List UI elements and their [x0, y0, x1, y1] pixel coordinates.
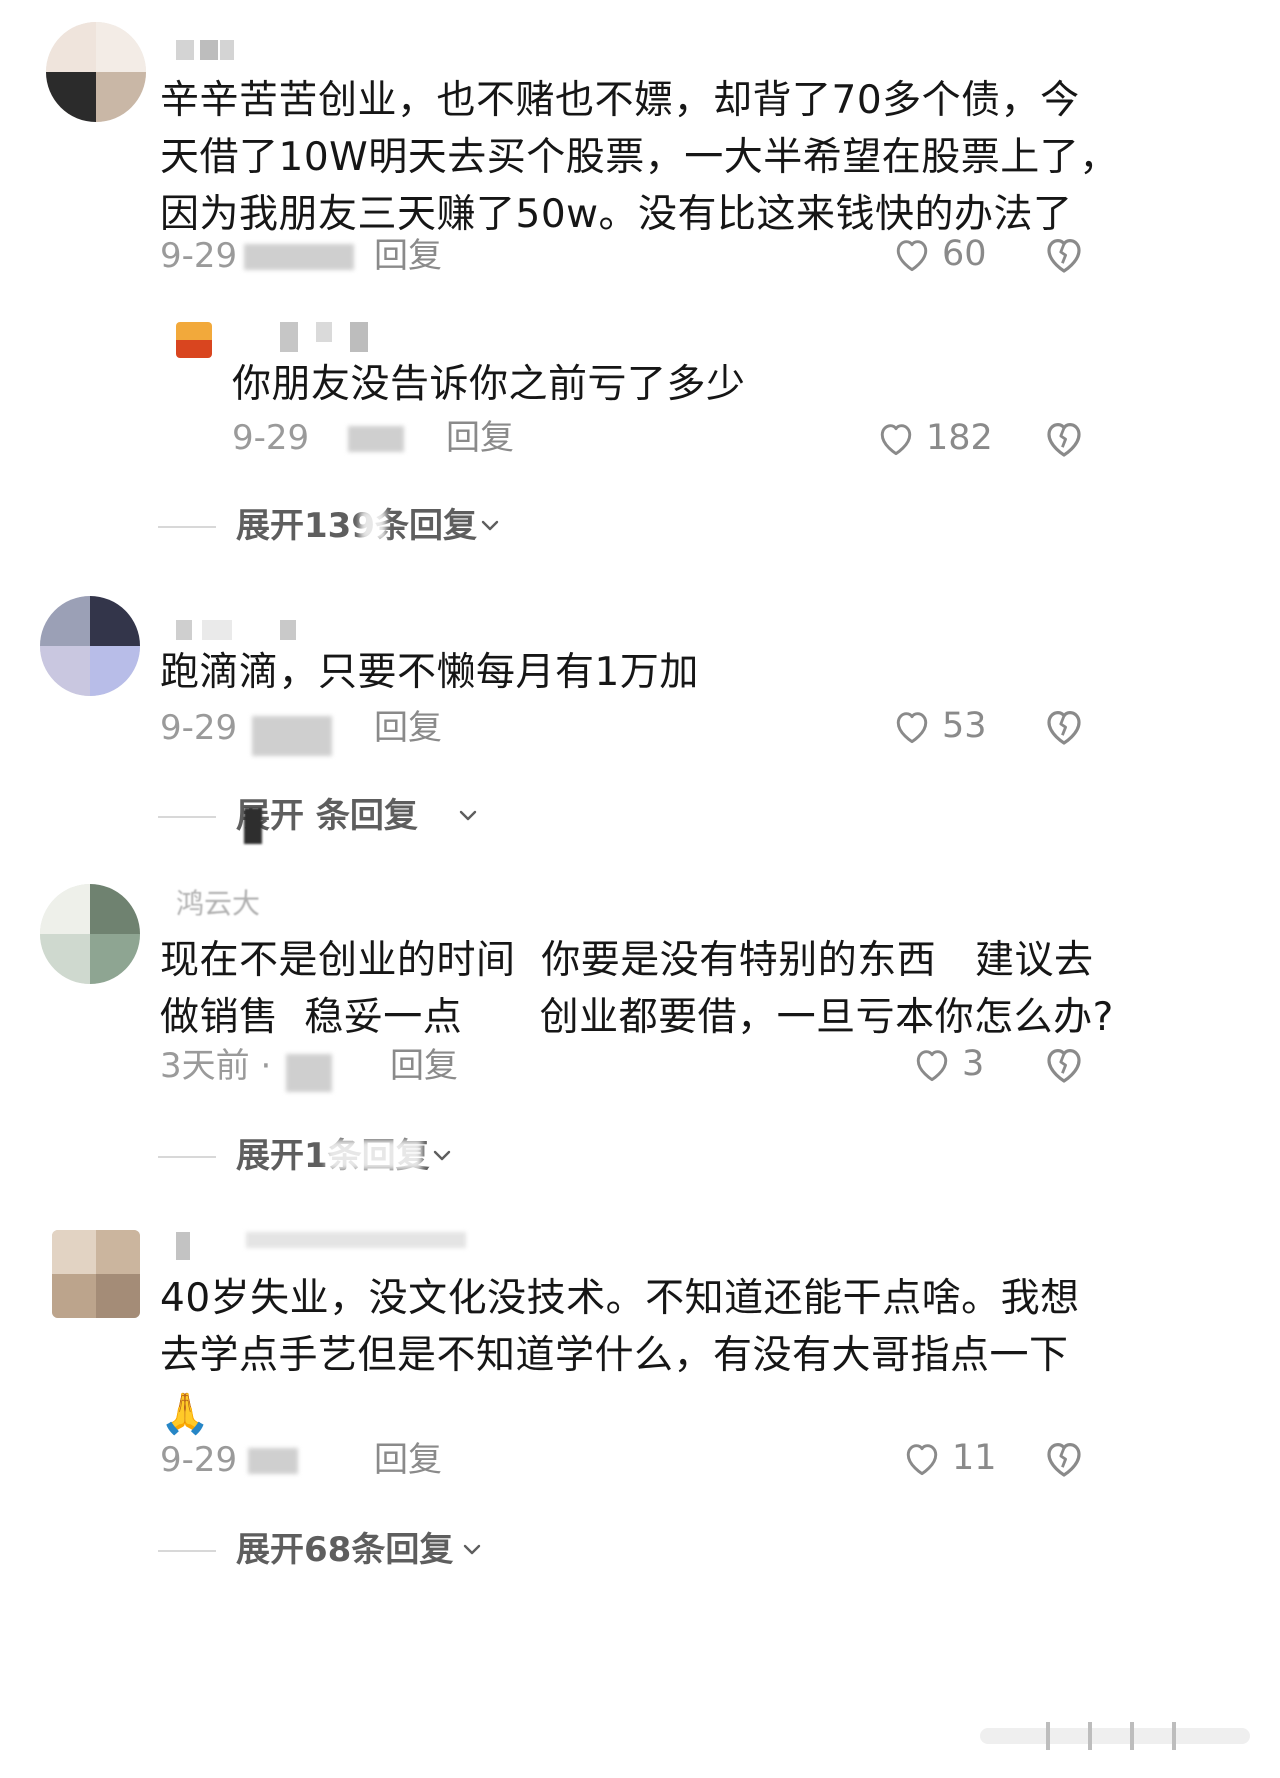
blur-mask: [244, 808, 262, 844]
username-blurred[interactable]: [176, 40, 236, 62]
reply-button[interactable]: 回复: [374, 708, 442, 748]
reply-text: 你朋友没告诉你之前亏了多少: [232, 362, 746, 407]
avatar[interactable]: [40, 596, 140, 696]
heart-outline-icon: [906, 1444, 938, 1476]
comment-date: 9-29: [232, 418, 310, 458]
broken-heart-icon: [1047, 1443, 1081, 1477]
watermark-bar: [980, 1714, 1250, 1758]
avatar[interactable]: [46, 22, 146, 122]
like-count: 3: [962, 1044, 985, 1084]
reply-button[interactable]: 回复: [374, 1440, 442, 1480]
divider: [158, 526, 216, 528]
chevron-down-icon: [463, 1544, 481, 1555]
divider: [158, 816, 216, 818]
username[interactable]: 鸿云大: [176, 886, 260, 922]
location-blurred: [252, 716, 332, 756]
divider: [158, 1156, 216, 1158]
reply-button[interactable]: 回复: [374, 236, 442, 276]
comment-date: 9-29: [160, 1440, 238, 1480]
location-blurred: [286, 1054, 332, 1092]
location-blurred: [348, 426, 404, 452]
blur-mask: [326, 1140, 422, 1170]
dislike-button[interactable]: [1040, 1434, 1088, 1482]
avatar[interactable]: [40, 884, 140, 984]
expand-replies-button[interactable]: 展开139条回复: [158, 504, 538, 548]
heart-outline-icon: [896, 240, 928, 272]
like-count: 60: [942, 234, 987, 274]
chevron-down-icon: [481, 520, 499, 531]
reply-button[interactable]: 回复: [446, 418, 514, 458]
comment-date: 9-29: [160, 236, 238, 276]
blur-mask: [360, 510, 386, 540]
like-button[interactable]: 11: [900, 1436, 1010, 1480]
like-count: 53: [942, 706, 987, 746]
comment-text: 现在不是创业的时间 你要是没有特别的东西 建议去 做销售 稳妥一点 创业都要借，…: [160, 938, 1114, 1040]
like-count: 182: [926, 418, 993, 458]
like-button[interactable]: 60: [890, 232, 1010, 276]
heart-outline-icon: [896, 712, 928, 744]
comment-text: 辛辛苦苦创业，也不赌也不嫖，却背了70多个债，今 天借了10W明天去买个股票，一…: [160, 78, 1119, 237]
comment-date: 3天前 ·: [160, 1046, 272, 1086]
comment-date: 9-29: [160, 708, 238, 748]
watermark-icon: [980, 1722, 1250, 1750]
heart-outline-icon: [916, 1050, 948, 1082]
emoji: 🙏: [160, 1391, 211, 1437]
expand-replies-button[interactable]: 展开68条回复: [158, 1528, 518, 1572]
location-blurred: [244, 244, 354, 270]
avatar[interactable]: [52, 1230, 140, 1318]
expand-label: 展开139条回复: [236, 506, 477, 546]
broken-heart-icon: [1047, 711, 1081, 745]
like-button[interactable]: 182: [874, 416, 1014, 460]
chevron-down-icon: [459, 810, 477, 821]
broken-heart-icon: [1047, 423, 1081, 457]
expand-label: 展开68条回复: [236, 1530, 454, 1570]
dislike-button[interactable]: [1040, 414, 1088, 462]
expand-replies-button[interactable]: 展开1条回复: [158, 1134, 498, 1178]
dislike-button[interactable]: [1040, 230, 1088, 278]
comment-text: 40岁失业，没文化没技术。不知道还能干点啥。我想 去学点手艺但是不知道学什么，有…: [160, 1270, 1080, 1444]
username-blurred[interactable]: [176, 620, 296, 642]
chevron-down-icon: [433, 1150, 451, 1161]
like-button[interactable]: 3: [910, 1042, 1010, 1086]
broken-heart-icon: [1047, 1049, 1081, 1083]
expand-label: 展开 条回复: [236, 796, 418, 836]
heart-outline-icon: [880, 424, 912, 456]
username-blurred[interactable]: [280, 322, 370, 352]
like-count: 11: [952, 1438, 997, 1478]
broken-heart-icon: [1047, 239, 1081, 273]
dislike-button[interactable]: [1040, 702, 1088, 750]
reply-button[interactable]: 回复: [390, 1046, 458, 1086]
expand-replies-button[interactable]: 展开 条回复: [158, 794, 518, 838]
divider: [158, 1550, 216, 1552]
dislike-button[interactable]: [1040, 1040, 1088, 1088]
username-blurred[interactable]: [176, 1232, 476, 1260]
comment-text: 跑滴滴，只要不懒每月有1万加: [160, 650, 699, 695]
avatar[interactable]: [176, 322, 212, 358]
location-blurred: [248, 1448, 298, 1474]
like-button[interactable]: 53: [890, 704, 1010, 748]
